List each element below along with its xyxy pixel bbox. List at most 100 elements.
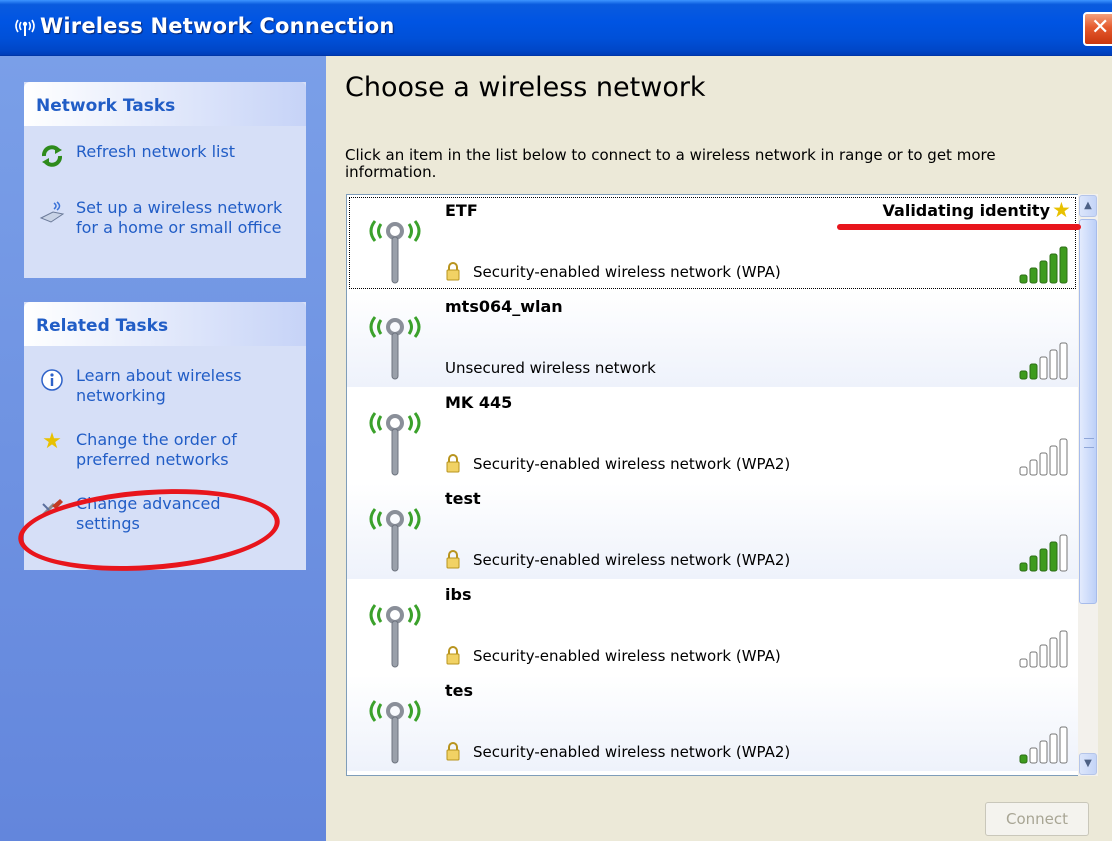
task-pane: Network Tasks Refresh network list Set u… (0, 56, 326, 841)
setup-wireless-network-label-line2: for a home or small office (76, 218, 282, 237)
instructions-line2: information. (345, 163, 437, 181)
signal-bar (1019, 562, 1028, 572)
scroll-up-button[interactable]: ▲ (1079, 195, 1097, 217)
change-advanced-settings-label-line2: settings (76, 514, 140, 533)
network-row[interactable]: ibs Security-enabled wireless network (WP… (347, 579, 1078, 675)
wireless-antenna-icon (363, 503, 427, 573)
change-advanced-settings-link[interactable]: Change advanced settings (24, 494, 306, 534)
network-row[interactable]: MK 445 Security-enabled wireless network … (347, 387, 1078, 483)
chevron-down-icon: ▼ (1084, 758, 1092, 769)
network-name: MK 445 (445, 393, 513, 412)
setup-wireless-network-label-line1: Set up a wireless network (76, 198, 283, 217)
signal-bar (1029, 555, 1038, 572)
network-security-label: Security-enabled wireless network (WPA2) (473, 551, 791, 569)
refresh-network-list-link[interactable]: Refresh network list (24, 142, 306, 167)
wireless-network-window: Wireless Network Connection ✕ Network Ta… (0, 0, 1112, 841)
page-title: Choose a wireless network (345, 72, 706, 103)
lock-icon (445, 453, 461, 473)
network-name: mts064_wlan (445, 297, 563, 316)
instructions-text: Click an item in the list below to conne… (345, 147, 1085, 181)
star-icon: ★ (42, 429, 62, 454)
refresh-network-list-label: Refresh network list (76, 142, 236, 161)
setup-wireless-network-link[interactable]: Set up a wireless network for a home or … (24, 198, 306, 238)
learn-about-wireless-link[interactable]: Learn about wireless networking (24, 366, 306, 406)
wireless-antenna-icon (363, 215, 427, 285)
signal-bar (1059, 438, 1068, 476)
signal-bar (1039, 548, 1048, 572)
signal-bar (1059, 534, 1068, 572)
signal-bar (1059, 342, 1068, 380)
change-advanced-settings-label-line1: Change advanced (76, 494, 221, 513)
network-row[interactable]: test Security-enabled wireless network (W… (347, 483, 1078, 579)
instructions-line1: Click an item in the list below to conne… (345, 146, 996, 164)
chevron-up-icon: ▲ (1084, 200, 1092, 211)
signal-strength-icon (1019, 726, 1068, 764)
star-icon: ★ (1052, 198, 1071, 222)
signal-bar (1059, 726, 1068, 764)
signal-bar (1049, 733, 1058, 764)
signal-bar (1039, 740, 1048, 764)
signal-bar (1039, 644, 1048, 668)
change-order-label-line1: Change the order of (76, 430, 237, 449)
change-order-label-line2: preferred networks (76, 450, 229, 469)
network-list[interactable]: ETF Security-enabled wireless network (WP… (346, 194, 1088, 776)
scroll-thumb[interactable] (1079, 219, 1097, 604)
network-name: ETF (445, 201, 478, 220)
info-icon (38, 368, 66, 392)
network-security-label: Security-enabled wireless network (WPA2) (473, 455, 791, 473)
network-security-label: Security-enabled wireless network (WPA) (473, 263, 781, 281)
network-name: test (445, 489, 481, 508)
signal-bar (1029, 363, 1038, 380)
signal-bar (1019, 754, 1028, 764)
signal-bar (1039, 452, 1048, 476)
refresh-icon (38, 144, 66, 168)
close-button[interactable]: ✕ (1083, 12, 1112, 46)
signal-bar (1049, 541, 1058, 572)
signal-bar (1059, 246, 1068, 284)
related-tasks-header: Related Tasks (24, 302, 306, 346)
close-icon: ✕ (1091, 15, 1110, 40)
wireless-antenna-icon (363, 407, 427, 477)
signal-bar (1019, 274, 1028, 284)
signal-bar (1059, 630, 1068, 668)
network-security-label: Security-enabled wireless network (WPA2) (473, 743, 791, 761)
learn-about-wireless-label-line2: networking (76, 386, 166, 405)
signal-bar (1039, 260, 1048, 284)
network-list-scrollbar[interactable]: ▲ ▼ (1078, 194, 1098, 776)
network-row[interactable]: tes Security-enabled wireless network (WP… (347, 675, 1078, 771)
signal-bar (1049, 349, 1058, 380)
signal-bar (1049, 253, 1058, 284)
signal-bar (1039, 356, 1048, 380)
network-name: tes (445, 681, 474, 700)
signal-bar (1049, 637, 1058, 668)
lock-icon (445, 549, 461, 569)
signal-bar (1029, 267, 1038, 284)
signal-strength-icon (1019, 630, 1068, 668)
signal-bar (1019, 658, 1028, 668)
network-tasks-box: Network Tasks Refresh network list Set u… (24, 82, 306, 278)
scroll-grip-icon (1084, 438, 1094, 448)
signal-bar (1049, 445, 1058, 476)
signal-strength-icon (1019, 246, 1068, 284)
signal-bar (1019, 466, 1028, 476)
signal-bar (1019, 370, 1028, 380)
change-order-preferred-link[interactable]: ★ Change the order of preferred networks (24, 430, 306, 470)
signal-strength-icon (1019, 534, 1068, 572)
related-tasks-box: Related Tasks Learn about wireless netwo… (24, 302, 306, 570)
settings-icon (38, 496, 66, 520)
network-row[interactable]: mts064_wlan Unsecured wireless network (347, 291, 1078, 387)
lock-icon (445, 261, 461, 281)
signal-bar (1029, 459, 1038, 476)
network-security-label: Unsecured wireless network (445, 359, 656, 377)
signal-bar (1029, 747, 1038, 764)
wireless-setup-icon (38, 200, 66, 224)
wireless-network-icon (12, 14, 38, 38)
network-security-label: Security-enabled wireless network (WPA) (473, 647, 781, 665)
signal-strength-icon (1019, 342, 1068, 380)
connect-button[interactable]: Connect (985, 802, 1089, 836)
lock-icon (445, 741, 461, 761)
title-bar[interactable]: Wireless Network Connection ✕ (0, 0, 1112, 56)
scroll-down-button[interactable]: ▼ (1079, 753, 1097, 775)
network-row[interactable]: ETF Security-enabled wireless network (WP… (347, 195, 1078, 291)
wireless-antenna-icon (363, 695, 427, 765)
